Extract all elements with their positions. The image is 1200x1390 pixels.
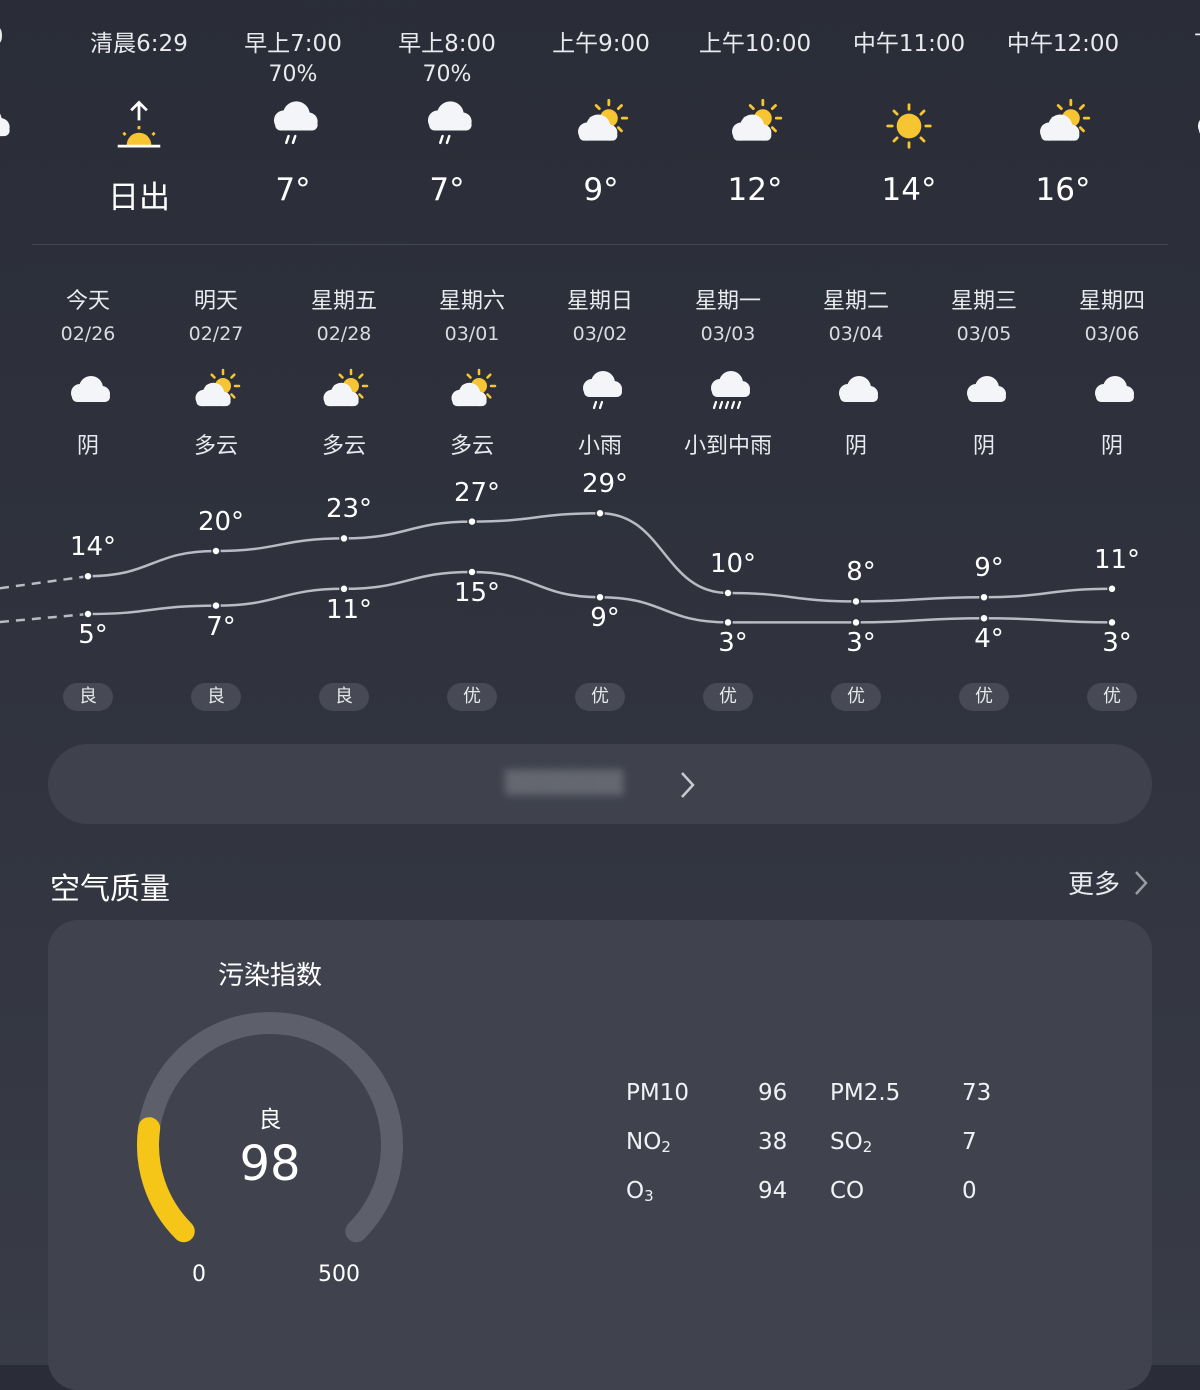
pollutant-value: 0	[962, 1178, 977, 1204]
pollutant-name: O3	[626, 1178, 654, 1205]
low-temp-point	[595, 592, 605, 602]
high-temp-point	[467, 516, 477, 527]
temperature-curves	[0, 508, 1117, 628]
more-label: 更多	[1067, 870, 1120, 900]
aqi-level: 良	[258, 1107, 282, 1133]
high-temp-past-line	[0, 574, 89, 590]
low-temp-point	[339, 584, 349, 594]
low-temp-point	[851, 617, 861, 628]
high-temp-label: 20°	[197, 507, 245, 537]
low-temp-point	[979, 613, 989, 623]
aqi-value: 98	[239, 1136, 301, 1192]
pollution-index-title: 污染指数	[217, 961, 323, 991]
pollutant-value: 73	[962, 1080, 992, 1106]
low-temp-point	[1107, 617, 1117, 628]
low-temp-label: 3°	[846, 628, 876, 659]
low-temp-label: 5°	[78, 620, 108, 650]
pollutant-name: CO	[830, 1178, 865, 1204]
chevron-right-icon	[1135, 870, 1148, 895]
high-temp-label: 14°	[69, 532, 117, 563]
low-temp-point	[723, 617, 733, 628]
low-temp-point	[211, 600, 221, 611]
low-temp-label: 9°	[590, 603, 620, 634]
low-temp-label: 15°	[453, 578, 501, 608]
pollutant-value: 7	[962, 1129, 977, 1155]
pollutant-name: NO2	[626, 1129, 671, 1156]
pollutant-value: 38	[758, 1129, 788, 1155]
high-temp-point	[851, 596, 861, 607]
high-temp-point	[83, 571, 93, 581]
gauge-fill	[137, 1117, 195, 1243]
high-temp-label: 10°	[709, 549, 757, 579]
low-temp-past-line	[0, 612, 89, 624]
high-temp-point	[723, 588, 733, 598]
high-temp-label: 9°	[974, 553, 1004, 584]
high-temp-point	[595, 508, 605, 518]
pollutant-name: PM10	[626, 1080, 689, 1106]
gauge-min: 0	[192, 1262, 206, 1287]
pollutant-name: SO2	[830, 1129, 873, 1156]
section-title-air-quality: 空气质量	[50, 872, 170, 907]
low-temp-label: 4°	[974, 624, 1004, 655]
pollutant-value: 96	[758, 1080, 788, 1106]
high-temp-label: 27°	[453, 477, 501, 508]
high-temp-point	[979, 592, 989, 602]
pollutant-value: 94	[758, 1178, 788, 1204]
gauge-max: 500	[318, 1262, 360, 1287]
low-temp-label: 3°	[718, 628, 748, 659]
low-temp-label: 11°	[325, 594, 373, 625]
high-temp-point	[339, 533, 349, 544]
low-temp-point	[83, 609, 93, 619]
high-temp-label: 11°	[1093, 544, 1141, 575]
low-temp-label: 3°	[1102, 628, 1132, 659]
high-temp-point	[1107, 584, 1117, 594]
low-temp-label: 7°	[206, 611, 236, 642]
high-temp-point	[211, 546, 221, 556]
pollutant-name: PM2.5	[830, 1080, 901, 1106]
more-link[interactable]: 更多	[1068, 864, 1148, 901]
chevron-right-icon	[681, 772, 695, 798]
high-temp-label: 23°	[325, 494, 373, 525]
low-temp-point	[467, 567, 477, 577]
high-temp-label: 8°	[846, 557, 876, 588]
high-temp-label: 29°	[581, 469, 629, 500]
banner-text: ▒▒▒▒▒▒▒	[505, 771, 624, 796]
